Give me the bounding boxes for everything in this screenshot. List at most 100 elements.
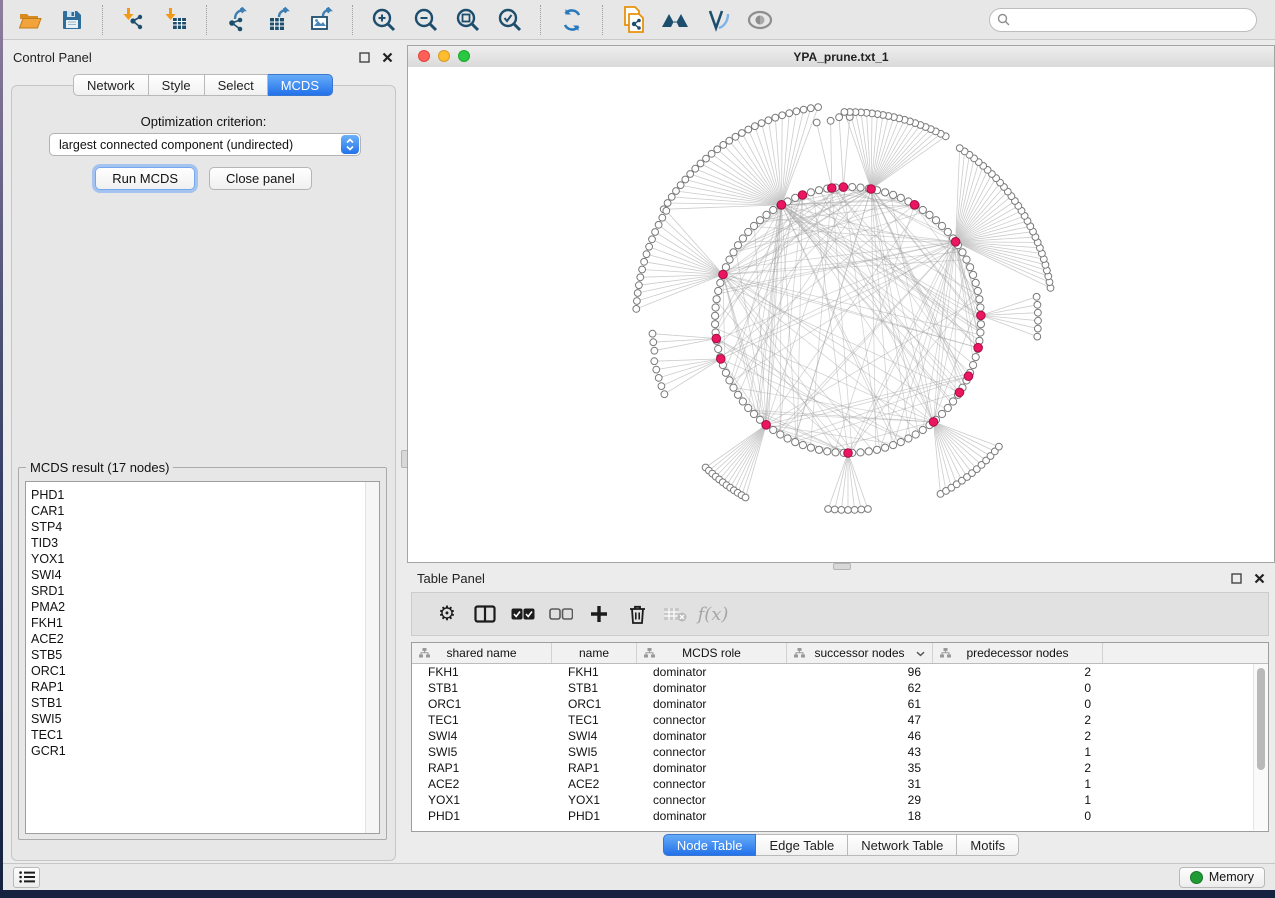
- mcds-result-item[interactable]: SRD1: [26, 583, 365, 599]
- cell-mcds_role[interactable]: dominator: [637, 681, 787, 695]
- cell-mcds_role[interactable]: dominator: [637, 761, 787, 775]
- column-header-shared_name[interactable]: shared name: [412, 643, 552, 663]
- export-table-button[interactable]: [260, 4, 300, 36]
- maximize-window-button[interactable]: [458, 50, 470, 62]
- cell-mcds_role[interactable]: dominator: [637, 665, 787, 679]
- column-header-predecessor_nodes[interactable]: predecessor nodes: [933, 643, 1103, 663]
- cell-name[interactable]: FKH1: [552, 665, 637, 679]
- close-window-button[interactable]: [418, 50, 430, 62]
- table-row[interactable]: STB1STB1dominator620: [412, 680, 1268, 696]
- tab-network[interactable]: Network: [73, 74, 149, 96]
- mcds-hub-node[interactable]: [951, 238, 960, 247]
- mcds-hub-node[interactable]: [867, 185, 876, 194]
- mcds-result-item[interactable]: STB1: [26, 695, 365, 711]
- column-header-mcds_role[interactable]: MCDS role: [637, 643, 787, 663]
- table-vertical-scrollbar[interactable]: [1253, 664, 1268, 830]
- mcds-result-item[interactable]: RAP1: [26, 679, 365, 695]
- select-all-button[interactable]: [506, 598, 540, 630]
- tab-style[interactable]: Style: [149, 74, 205, 96]
- cell-mcds_role[interactable]: connector: [637, 777, 787, 791]
- table-row[interactable]: TEC1TEC1connector472: [412, 712, 1268, 728]
- table-row[interactable]: SWI4SWI4dominator462: [412, 728, 1268, 744]
- mcds-hub-node[interactable]: [974, 343, 983, 352]
- mcds-result-item[interactable]: ORC1: [26, 663, 365, 679]
- mcds-hub-node[interactable]: [719, 270, 728, 279]
- mcds-hub-node[interactable]: [929, 418, 938, 427]
- cell-predecessor_nodes[interactable]: 2: [933, 713, 1103, 727]
- cell-name[interactable]: RAP1: [552, 761, 637, 775]
- mcds-hub-node[interactable]: [777, 201, 786, 210]
- cell-successor_nodes[interactable]: 18: [787, 809, 933, 823]
- mcds-result-item[interactable]: TEC1: [26, 727, 365, 743]
- control-panel-float-button[interactable]: [359, 52, 370, 63]
- mcds-result-item[interactable]: STP4: [26, 519, 365, 535]
- cell-successor_nodes[interactable]: 46: [787, 729, 933, 743]
- mcds-hub-node[interactable]: [964, 372, 973, 381]
- cell-mcds_role[interactable]: connector: [637, 713, 787, 727]
- cell-name[interactable]: ORC1: [552, 697, 637, 711]
- minimize-window-button[interactable]: [438, 50, 450, 62]
- cell-mcds_role[interactable]: connector: [637, 793, 787, 807]
- show-task-history-button[interactable]: [13, 867, 40, 888]
- import-network-button[interactable]: [114, 4, 154, 36]
- create-column-button[interactable]: [582, 598, 616, 630]
- cell-mcds_role[interactable]: dominator: [637, 729, 787, 743]
- zoom-selected-button[interactable]: [490, 4, 530, 36]
- mcds-hub-node[interactable]: [798, 191, 807, 200]
- run-mcds-button[interactable]: Run MCDS: [95, 167, 195, 190]
- cell-name[interactable]: SWI5: [552, 745, 637, 759]
- export-network-button[interactable]: [218, 4, 258, 36]
- mcds-result-item[interactable]: SWI4: [26, 567, 365, 583]
- cell-predecessor_nodes[interactable]: 2: [933, 729, 1103, 743]
- cell-shared_name[interactable]: SWI5: [412, 745, 552, 759]
- table-row[interactable]: RAP1RAP1dominator352: [412, 760, 1268, 776]
- mcds-hub-node[interactable]: [717, 355, 726, 364]
- mcds-result-item[interactable]: FKH1: [26, 615, 365, 631]
- cell-name[interactable]: PHD1: [552, 809, 637, 823]
- mcds-result-item[interactable]: STB5: [26, 647, 365, 663]
- mcds-result-item[interactable]: CAR1: [26, 503, 365, 519]
- table-row[interactable]: SWI5SWI5connector431: [412, 744, 1268, 760]
- cell-predecessor_nodes[interactable]: 0: [933, 697, 1103, 711]
- cell-successor_nodes[interactable]: 96: [787, 665, 933, 679]
- cell-mcds_role[interactable]: connector: [637, 745, 787, 759]
- table-row[interactable]: PHD1PHD1dominator180: [412, 808, 1268, 824]
- zoom-fit-button[interactable]: [448, 4, 488, 36]
- column-header-successor_nodes[interactable]: successor nodes: [787, 643, 933, 663]
- delete-columns-button[interactable]: [620, 598, 654, 630]
- cell-shared_name[interactable]: ORC1: [412, 697, 552, 711]
- tab-select[interactable]: Select: [205, 74, 268, 96]
- mcds-hub-node[interactable]: [955, 388, 964, 397]
- cell-name[interactable]: ACE2: [552, 777, 637, 791]
- close-panel-button[interactable]: Close panel: [209, 167, 312, 190]
- table-panel-float-button[interactable]: [1231, 573, 1242, 584]
- cell-shared_name[interactable]: STB1: [412, 681, 552, 695]
- mcds-result-item[interactable]: TID3: [26, 535, 365, 551]
- import-table-button[interactable]: [156, 4, 196, 36]
- show-columns-button[interactable]: [468, 598, 502, 630]
- cell-shared_name[interactable]: YOX1: [412, 793, 552, 807]
- cell-successor_nodes[interactable]: 35: [787, 761, 933, 775]
- tab-mcds[interactable]: MCDS: [268, 74, 333, 96]
- cell-shared_name[interactable]: SWI4: [412, 729, 552, 743]
- mcds-hub-node[interactable]: [839, 183, 848, 192]
- clone-network-button[interactable]: [614, 4, 654, 36]
- table-row[interactable]: YOX1YOX1connector291: [412, 792, 1268, 808]
- cell-mcds_role[interactable]: dominator: [637, 697, 787, 711]
- refresh-button[interactable]: [552, 4, 592, 36]
- tab-network-table[interactable]: Network Table: [848, 834, 957, 856]
- table-row[interactable]: FKH1FKH1dominator962: [412, 664, 1268, 680]
- mcds-hub-node[interactable]: [762, 421, 771, 430]
- cell-name[interactable]: STB1: [552, 681, 637, 695]
- cell-name[interactable]: YOX1: [552, 793, 637, 807]
- cell-shared_name[interactable]: PHD1: [412, 809, 552, 823]
- mcds-result-item[interactable]: YOX1: [26, 551, 365, 567]
- function-builder-button[interactable]: f(x): [696, 598, 730, 630]
- table-options-button[interactable]: ⚙: [430, 598, 464, 630]
- cell-shared_name[interactable]: ACE2: [412, 777, 552, 791]
- cell-predecessor_nodes[interactable]: 2: [933, 761, 1103, 775]
- table-row[interactable]: ACE2ACE2connector311: [412, 776, 1268, 792]
- control-panel-close-button[interactable]: [382, 52, 393, 63]
- cell-predecessor_nodes[interactable]: 0: [933, 809, 1103, 823]
- mcds-hub-node[interactable]: [977, 311, 986, 320]
